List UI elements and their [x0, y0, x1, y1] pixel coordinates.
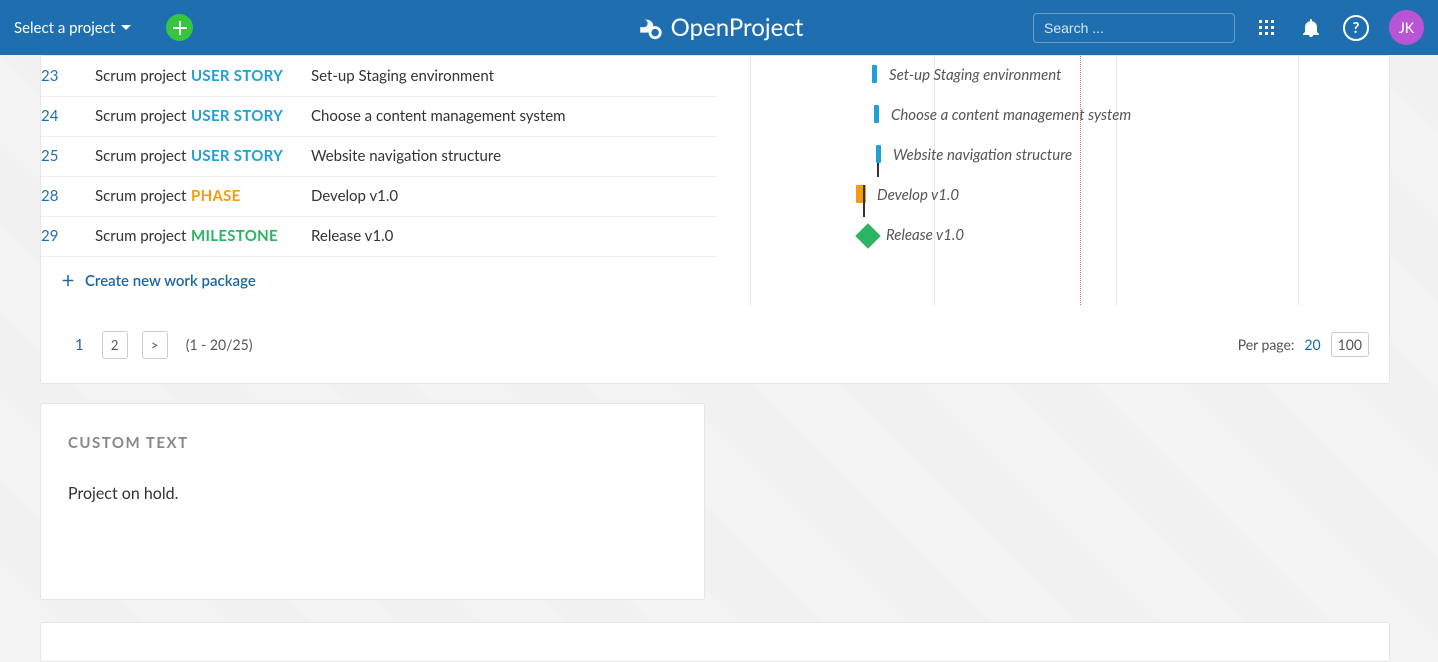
gantt-bar[interactable] [872, 65, 877, 83]
search-box[interactable] [1033, 13, 1235, 43]
project-dropdown-label: Select a project [14, 19, 115, 37]
apps-icon[interactable] [1255, 16, 1279, 40]
table-row[interactable]: 24Scrum projectUSER STORYChoose a conten… [41, 96, 716, 136]
create-work-package-button[interactable]: ＋ Create new work package [41, 257, 716, 305]
wp-type: USER STORY [191, 136, 311, 176]
gantt-row[interactable]: Set-up Staging environment [716, 56, 1389, 96]
gantt-label: Choose a content management system [891, 106, 1131, 124]
gantt-label: Website navigation structure [893, 146, 1072, 164]
content-area: 23Scrum projectUSER STORYSet-up Staging … [0, 55, 1438, 640]
project-dropdown[interactable]: Select a project [14, 19, 131, 37]
gantt-row[interactable]: Release v1.0 [716, 216, 1389, 256]
gantt-chart[interactable]: Set-up Staging environment Choose a conte… [716, 56, 1389, 305]
wp-type: PHASE [191, 176, 311, 216]
avatar-initials: JK [1399, 19, 1414, 36]
custom-text-card: CUSTOM TEXT Project on hold. [40, 403, 705, 600]
bottom-card [40, 622, 1390, 662]
wp-id[interactable]: 24 [41, 96, 95, 136]
wp-id[interactable]: 23 [41, 56, 95, 96]
wp-project: Scrum project [95, 96, 191, 136]
table-row[interactable]: 25Scrum projectUSER STORYWebsite navigat… [41, 136, 716, 176]
per-page-label: Per page: [1238, 336, 1295, 353]
wp-type: USER STORY [191, 96, 311, 136]
brand-logo[interactable]: OpenProject [635, 13, 804, 42]
per-page-active[interactable]: 20 [1304, 336, 1320, 353]
top-header: Select a project OpenProject ? JK [0, 0, 1438, 55]
create-work-package-label: Create new work package [85, 272, 256, 290]
pagination-page-2[interactable]: 2 [102, 331, 128, 359]
pagination: 1 2 > (1 - 20/25) Per page: 20 100 [41, 305, 1389, 383]
plus-icon: ＋ [61, 271, 75, 291]
custom-text-title: CUSTOM TEXT [68, 434, 677, 452]
wp-project: Scrum project [95, 136, 191, 176]
chevron-down-icon [121, 25, 131, 30]
wp-project: Scrum project [95, 216, 191, 256]
wp-type: MILESTONE [191, 216, 311, 256]
custom-text-body: Project on hold. [68, 484, 677, 503]
wp-id[interactable]: 29 [41, 216, 95, 256]
gantt-dependency-line [877, 163, 879, 177]
wp-project: Scrum project [95, 56, 191, 96]
add-button[interactable] [166, 14, 193, 41]
pagination-next[interactable]: > [142, 331, 168, 359]
search-input[interactable] [1044, 20, 1225, 36]
wp-subject: Set-up Staging environment [311, 56, 716, 96]
wp-subject: Release v1.0 [311, 216, 716, 256]
wp-type: USER STORY [191, 56, 311, 96]
wp-subject: Choose a content management system [311, 96, 716, 136]
per-page-option[interactable]: 100 [1331, 332, 1369, 357]
pagination-current: 1 [71, 336, 88, 354]
brand-icon [635, 14, 663, 42]
wp-subject: Website navigation structure [311, 136, 716, 176]
avatar[interactable]: JK [1389, 10, 1424, 45]
brand-text: OpenProject [671, 13, 804, 42]
gantt-dependency-line [863, 185, 865, 217]
work-packages-table: 23Scrum projectUSER STORYSet-up Staging … [41, 56, 716, 305]
wp-id[interactable]: 25 [41, 136, 95, 176]
gantt-label: Release v1.0 [886, 226, 964, 244]
gantt-label: Develop v1.0 [877, 186, 959, 204]
work-packages-card: 23Scrum projectUSER STORYSet-up Staging … [40, 55, 1390, 384]
gantt-row[interactable]: Choose a content management system [716, 96, 1389, 136]
pagination-info: (1 - 20/25) [182, 336, 253, 353]
table-row[interactable]: 23Scrum projectUSER STORYSet-up Staging … [41, 56, 716, 96]
table-row[interactable]: 29Scrum projectMILESTONERelease v1.0 [41, 216, 716, 256]
gantt-bar[interactable] [874, 105, 879, 123]
gantt-row[interactable]: Website navigation structure [716, 136, 1389, 176]
help-icon[interactable]: ? [1343, 15, 1369, 41]
header-right: ? JK [1033, 10, 1424, 45]
gantt-bar[interactable] [876, 145, 881, 163]
gantt-today-line [1080, 56, 1081, 305]
gantt-label: Set-up Staging environment [889, 66, 1061, 84]
wp-subject: Develop v1.0 [311, 176, 716, 216]
gantt-milestone-icon[interactable] [855, 223, 880, 248]
wp-id[interactable]: 28 [41, 176, 95, 216]
gantt-row[interactable]: Develop v1.0 [716, 176, 1389, 216]
table-row[interactable]: 28Scrum projectPHASEDevelop v1.0 [41, 176, 716, 216]
wp-project: Scrum project [95, 176, 191, 216]
plus-icon [173, 21, 187, 35]
notifications-icon[interactable] [1299, 16, 1323, 40]
